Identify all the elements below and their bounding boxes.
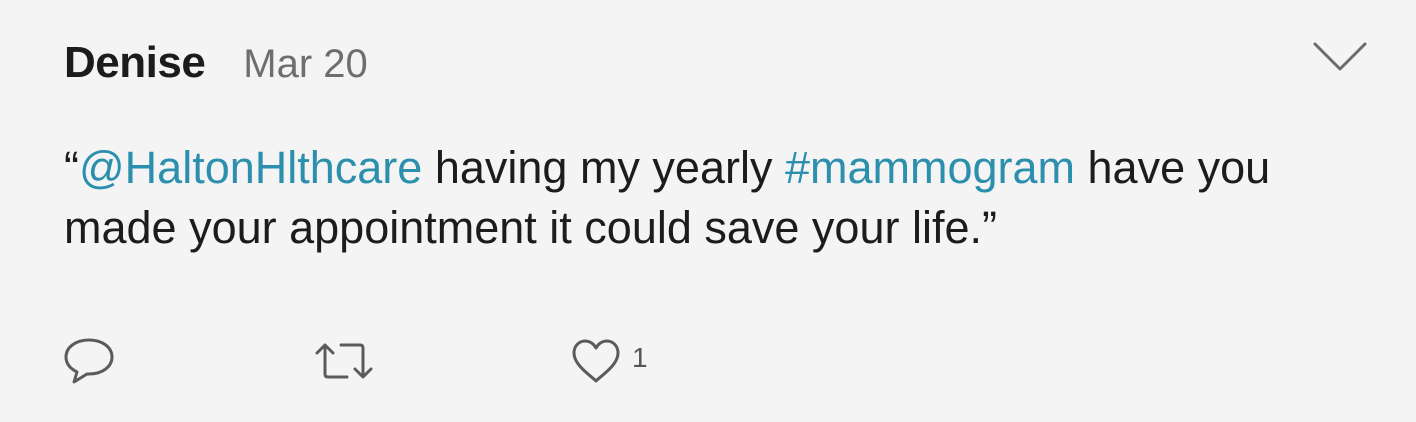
retweet-arrows-icon	[315, 343, 373, 379]
chevron-down-icon[interactable]	[1312, 40, 1368, 74]
retweet-button[interactable]	[314, 336, 374, 392]
author-name[interactable]: Denise	[64, 38, 206, 88]
heart-icon	[572, 339, 620, 383]
speech-bubble-icon	[64, 338, 114, 384]
quote-open: “	[64, 142, 79, 193]
mention-link[interactable]: @HaltonHlthcare	[79, 142, 422, 193]
tweet-header: Denise Mar 20	[64, 38, 368, 88]
hashtag-link[interactable]: #mammogram	[785, 142, 1075, 193]
like-count: 1	[632, 342, 648, 373]
tweet-text: “@HaltonHlthcare having my yearly #mammo…	[64, 138, 1354, 258]
tweet-card: Denise Mar 20 “@HaltonHlthcare having my…	[0, 0, 1416, 422]
reply-button[interactable]	[62, 336, 116, 392]
tweet-date[interactable]: Mar 20	[243, 42, 368, 87]
quote-close: ”	[982, 202, 997, 253]
tweet-text-part1: having my yearly	[422, 142, 785, 193]
like-button[interactable]: 1	[570, 336, 648, 392]
